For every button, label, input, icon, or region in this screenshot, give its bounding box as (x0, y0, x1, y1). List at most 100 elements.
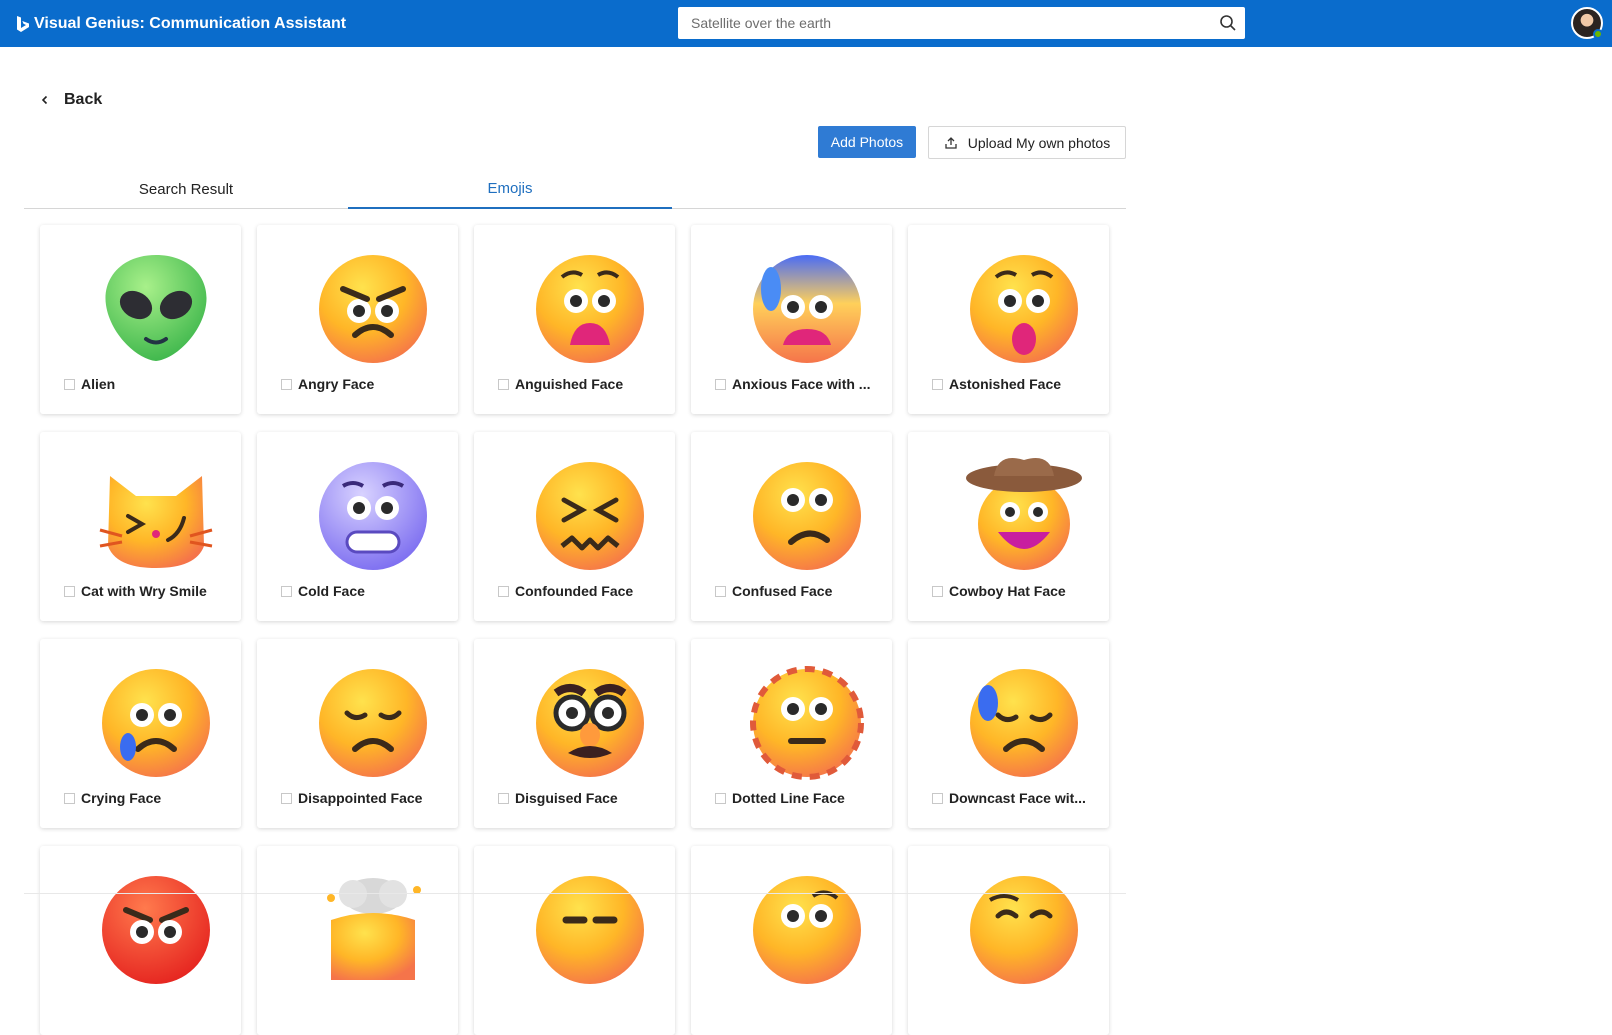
emoji-card[interactable] (257, 846, 458, 1035)
back-label: Back (64, 91, 103, 108)
emoji-card[interactable] (908, 846, 1109, 1035)
emoji-checkbox[interactable] (64, 585, 75, 597)
emoji-label-row: Cat with Wry Smile (64, 583, 231, 599)
app-brand[interactable]: Visual Genius: Communication Assistant (16, 11, 346, 37)
emoji-checkbox[interactable] (64, 792, 75, 804)
cold-face-icon (319, 462, 427, 570)
back-link[interactable]: Back (38, 88, 102, 112)
upload-photos-button[interactable]: Upload My own photos (928, 126, 1126, 159)
top-bar: Visual Genius: Communication Assistant (0, 0, 1612, 47)
disguised-face-icon (536, 669, 644, 777)
emoji-checkbox[interactable] (281, 792, 292, 804)
anguished-face-icon (536, 255, 644, 363)
expressionless-face-icon (536, 876, 644, 984)
emoji-label-row: Anxious Face with ... (715, 376, 882, 392)
emoji-label-row: Disguised Face (498, 790, 665, 806)
emoji-label-row: Alien (64, 376, 231, 392)
emoji-card[interactable]: Anguished Face (474, 225, 675, 414)
emoji-label-row: Dotted Line Face (715, 790, 882, 806)
emoji-card[interactable]: Confused Face (691, 432, 892, 621)
emoji-label-row: Cowboy Hat Face (932, 583, 1099, 599)
emoji-checkbox[interactable] (498, 585, 509, 597)
emoji-card[interactable]: Cat with Wry Smile (40, 432, 241, 621)
emoji-checkbox[interactable] (64, 378, 75, 390)
emoji-label-row: Cold Face (281, 583, 448, 599)
search-input[interactable] (678, 7, 1198, 39)
emoji-checkbox[interactable] (715, 792, 726, 804)
emoji-label: Anguished Face (515, 376, 624, 392)
downcast-face-icon (970, 669, 1078, 777)
emoji-label: Angry Face (298, 376, 375, 392)
emoji-label: Dotted Line Face (732, 790, 845, 806)
emoji-card[interactable]: Dotted Line Face (691, 639, 892, 828)
emoji-card[interactable] (691, 846, 892, 1035)
anxious-face-icon (753, 255, 861, 363)
emoji-label-row: Crying Face (64, 790, 231, 806)
scroll-edge-divider (24, 893, 1126, 894)
emoji-label: Cat with Wry Smile (81, 583, 207, 599)
tab-emojis[interactable]: Emojis (348, 170, 672, 209)
emoji-checkbox[interactable] (498, 378, 509, 390)
emoji-card[interactable]: Confounded Face (474, 432, 675, 621)
astonished-face-icon (970, 255, 1078, 363)
emoji-card[interactable] (40, 846, 241, 1035)
emoji-label: Alien (81, 376, 116, 392)
emoji-checkbox[interactable] (932, 585, 943, 597)
add-photos-button[interactable]: Add Photos (818, 126, 916, 158)
search-icon[interactable] (1219, 14, 1237, 32)
emoji-card[interactable]: Crying Face (40, 639, 241, 828)
emoji-card[interactable]: Alien (40, 225, 241, 414)
emoji-label: Anxious Face with ... (732, 376, 871, 392)
cowboy-hat-face-icon (966, 458, 1082, 570)
emoji-label: Cowboy Hat Face (949, 583, 1066, 599)
search-box (678, 7, 1245, 39)
emoji-card[interactable] (474, 846, 675, 1035)
crying-face-icon (102, 669, 210, 777)
emoji-checkbox[interactable] (281, 378, 292, 390)
emoji-checkbox[interactable] (932, 792, 943, 804)
bing-logo-icon (17, 16, 29, 32)
tab-search-result[interactable]: Search Result (24, 170, 348, 208)
emoji-card[interactable]: Disappointed Face (257, 639, 458, 828)
emoji-label-row: Downcast Face wit... (932, 790, 1099, 806)
emoji-card[interactable]: Disguised Face (474, 639, 675, 828)
emoji-label-row: Anguished Face (498, 376, 665, 392)
emoji-card[interactable]: Angry Face (257, 225, 458, 414)
emoji-checkbox[interactable] (715, 378, 726, 390)
emoji-checkbox[interactable] (715, 585, 726, 597)
emoji-checkbox[interactable] (281, 585, 292, 597)
emoji-label-row: Disappointed Face (281, 790, 448, 806)
emoji-card[interactable]: Downcast Face wit... (908, 639, 1109, 828)
emoji-card[interactable]: Astonished Face (908, 225, 1109, 414)
upload-icon (945, 136, 957, 149)
angry-face-icon (319, 255, 427, 363)
emoji-label-row: Astonished Face (932, 376, 1099, 392)
emoji-label: Confounded Face (515, 583, 634, 599)
emoji-label: Disguised Face (515, 790, 618, 806)
presence-indicator (1593, 29, 1603, 39)
cat-wry-smile-icon (99, 476, 213, 568)
emoji-label: Confused Face (732, 583, 833, 599)
emoji-label-row: Confounded Face (498, 583, 665, 599)
emoji-label: Crying Face (81, 790, 162, 806)
emoji-card[interactable]: Cowboy Hat Face (908, 432, 1109, 621)
exploding-head-icon (327, 878, 421, 980)
emoji-label: Cold Face (298, 583, 365, 599)
emoji-card[interactable]: Cold Face (257, 432, 458, 621)
confounded-face-icon (536, 462, 644, 570)
enraged-face-icon (102, 876, 210, 984)
emoji-checkbox[interactable] (932, 378, 943, 390)
chevron-left-icon (41, 95, 48, 105)
emoji-checkbox[interactable] (498, 792, 509, 804)
dotted-line-face-icon (750, 666, 864, 780)
upload-label: Upload My own photos (967, 134, 1111, 151)
user-avatar[interactable] (1571, 7, 1603, 39)
alien-icon (105, 255, 207, 361)
confused-face-icon (753, 462, 861, 570)
emoji-label: Astonished Face (949, 376, 1062, 392)
emoji-card[interactable]: Anxious Face with ... (691, 225, 892, 414)
emoji-label: Downcast Face wit... (949, 790, 1086, 806)
face-with-raised-eyebrow-icon (753, 876, 861, 984)
disappointed-face-icon (319, 669, 427, 777)
tab-bar: Search Result Emojis (24, 170, 1126, 209)
